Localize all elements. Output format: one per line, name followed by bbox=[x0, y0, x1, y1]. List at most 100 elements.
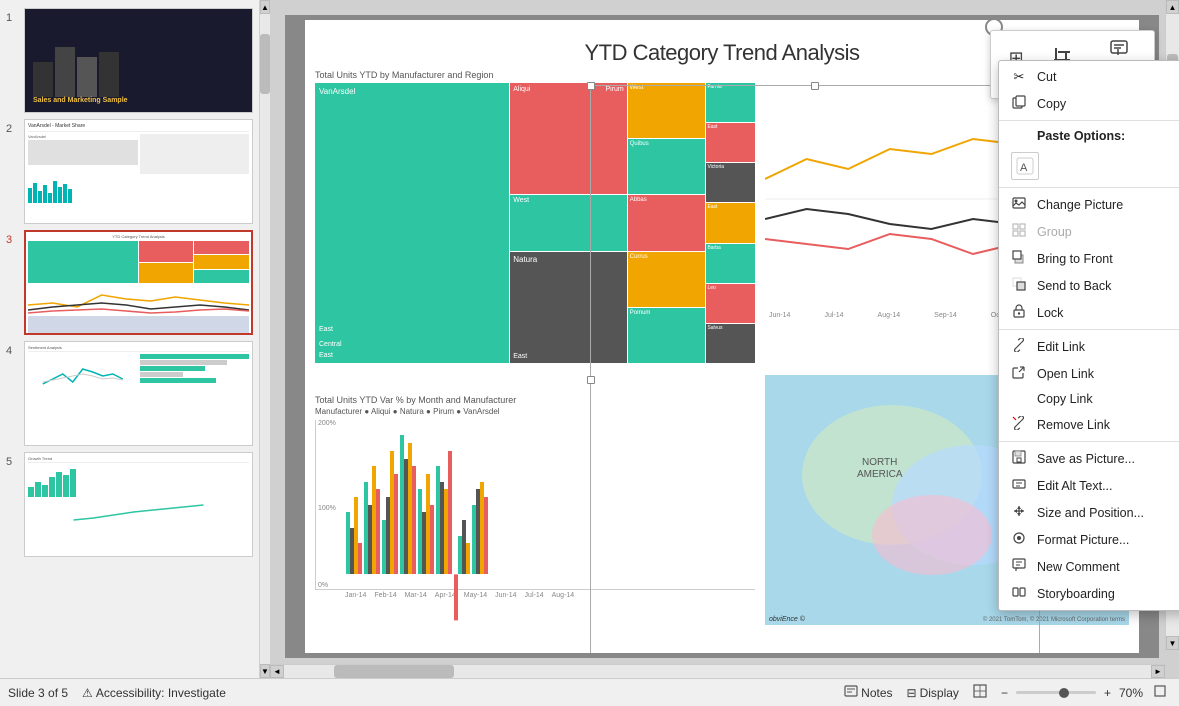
accessibility-icon: ⚠ bbox=[82, 686, 93, 700]
cut-label: Cut bbox=[1037, 70, 1179, 84]
context-menu-edit-alt-text[interactable]: Edit Alt Text... bbox=[999, 472, 1179, 499]
accessibility-label: Accessibility: Investigate bbox=[96, 686, 226, 700]
svg-text:A: A bbox=[1020, 162, 1028, 174]
copy-label: Copy bbox=[1037, 97, 1179, 111]
accessibility-button[interactable]: ⚠ Accessibility: Investigate bbox=[78, 684, 230, 702]
slide-number-2: 2 bbox=[6, 119, 18, 135]
notes-icon bbox=[844, 684, 858, 701]
slide-image-5[interactable]: Growth Trend bbox=[24, 452, 253, 557]
context-menu-format-picture[interactable]: Format Picture... bbox=[999, 526, 1179, 553]
send-to-back-label: Send to Back bbox=[1037, 279, 1179, 293]
vscroll-down-main[interactable]: ▼ bbox=[1166, 636, 1179, 650]
paste-options-row: A bbox=[999, 148, 1179, 184]
bar-chart[interactable]: Total Units YTD Var % by Month and Manuf… bbox=[315, 395, 755, 625]
display-button[interactable]: ⊟ Display bbox=[903, 684, 963, 702]
zoom-slider: − + 70% bbox=[997, 684, 1143, 702]
context-menu-new-comment[interactable]: New Comment bbox=[999, 553, 1179, 580]
app-container: 1 Sales and Marketing Sample 2 bbox=[0, 0, 1179, 678]
slide-image-4[interactable]: Sentiment Analysis bbox=[24, 341, 253, 446]
bring-to-front-label: Bring to Front bbox=[1037, 252, 1179, 266]
vscroll-up-main[interactable]: ▲ bbox=[1166, 0, 1179, 14]
save-as-picture-label: Save as Picture... bbox=[1037, 452, 1179, 466]
context-menu-change-picture[interactable]: Change Picture › bbox=[999, 191, 1179, 218]
zoom-level-label: 70% bbox=[1119, 686, 1143, 700]
change-picture-icon bbox=[1011, 196, 1027, 213]
left-section: 1 Sales and Marketing Sample 2 bbox=[0, 0, 270, 678]
view-normal-icon bbox=[973, 684, 987, 701]
main-hscrollbar[interactable]: ◄ ► bbox=[270, 664, 1165, 678]
context-menu-copy-link[interactable]: Copy Link bbox=[999, 387, 1179, 411]
slide-thumb-5[interactable]: 5 Growth Trend bbox=[6, 452, 253, 557]
hscroll-left[interactable]: ◄ bbox=[270, 665, 284, 678]
vscroll-track[interactable] bbox=[260, 14, 270, 664]
group-label: Group bbox=[1037, 225, 1179, 239]
zoom-thumb[interactable] bbox=[1059, 688, 1069, 698]
slide-number-5: 5 bbox=[6, 452, 18, 468]
lock-icon bbox=[1011, 304, 1027, 321]
status-right: Notes ⊟ Display − + 70% bbox=[840, 682, 1171, 703]
send-to-back-icon bbox=[1011, 277, 1027, 294]
slide-thumb-1[interactable]: 1 Sales and Marketing Sample bbox=[6, 8, 253, 113]
save-as-picture-icon bbox=[1011, 450, 1027, 467]
slide-1-title: Sales and Marketing Sample bbox=[33, 97, 244, 104]
open-link-icon bbox=[1011, 365, 1027, 382]
view-normal-button[interactable] bbox=[969, 682, 991, 703]
fit-slide-button[interactable] bbox=[1149, 682, 1171, 703]
slide-number-1: 1 bbox=[6, 8, 18, 24]
slide-thumb-3[interactable]: 3 YTD Category Trend Analysis bbox=[6, 230, 253, 335]
treemap-chart[interactable]: Total Units YTD by Manufacturer and Regi… bbox=[315, 70, 755, 380]
bring-to-front-icon bbox=[1011, 250, 1027, 267]
edit-alt-text-icon bbox=[1011, 477, 1027, 494]
context-menu-lock[interactable]: Lock bbox=[999, 299, 1179, 326]
slide-count-label: Slide 3 of 5 bbox=[8, 686, 68, 700]
context-menu-edit-link[interactable]: Edit Link bbox=[999, 333, 1179, 360]
slide-image-2[interactable]: VanArsdel - Market Share VanArsdel bbox=[24, 119, 253, 224]
paste-option-a[interactable]: A bbox=[1011, 152, 1039, 180]
open-link-label: Open Link bbox=[1037, 367, 1179, 381]
slide-panel: 1 Sales and Marketing Sample 2 bbox=[0, 0, 260, 678]
zoom-minus-button[interactable]: − bbox=[997, 684, 1012, 702]
slide-image-3[interactable]: YTD Category Trend Analysis bbox=[24, 230, 253, 335]
context-menu-open-link[interactable]: Open Link bbox=[999, 360, 1179, 387]
context-menu-copy[interactable]: Copy bbox=[999, 90, 1179, 117]
hscroll-right[interactable]: ► bbox=[1151, 665, 1165, 678]
context-menu-cut[interactable]: ✂ Cut bbox=[999, 64, 1179, 90]
svg-text:AMERICA: AMERICA bbox=[857, 469, 903, 480]
context-menu-size-position[interactable]: Size and Position... bbox=[999, 499, 1179, 526]
size-position-icon bbox=[1011, 504, 1027, 521]
context-menu-send-to-back[interactable]: Send to Back › bbox=[999, 272, 1179, 299]
separator-after-paste bbox=[999, 187, 1179, 188]
context-menu-remove-link[interactable]: Remove Link bbox=[999, 411, 1179, 438]
context-menu-bring-to-front[interactable]: Bring to Front › bbox=[999, 245, 1179, 272]
format-picture-label: Format Picture... bbox=[1037, 533, 1179, 547]
remove-link-label: Remove Link bbox=[1037, 418, 1179, 432]
slide-image-1[interactable]: Sales and Marketing Sample bbox=[24, 8, 253, 113]
vscroll-up[interactable]: ▲ bbox=[260, 0, 270, 14]
storyboarding-label: Storyboarding bbox=[1037, 587, 1179, 601]
copy-icon bbox=[1011, 95, 1027, 112]
notes-button[interactable]: Notes bbox=[840, 682, 896, 703]
slide-thumb-2[interactable]: 2 VanArsdel - Market Share VanArsdel bbox=[6, 119, 253, 224]
context-menu-save-as-picture[interactable]: Save as Picture... bbox=[999, 445, 1179, 472]
vscroll-down[interactable]: ▼ bbox=[260, 664, 270, 678]
context-menu-storyboarding[interactable]: Storyboarding › bbox=[999, 580, 1179, 607]
svg-text:NORTH: NORTH bbox=[862, 457, 897, 468]
separator-after-links bbox=[999, 441, 1179, 442]
paste-options-label: Paste Options: bbox=[1037, 129, 1179, 143]
slide-thumb-4[interactable]: 4 Sentiment Analysis bbox=[6, 341, 253, 446]
new-comment-ctx-icon bbox=[1011, 558, 1027, 575]
separator-after-copy bbox=[999, 120, 1179, 121]
group-icon bbox=[1011, 223, 1027, 240]
lock-label: Lock bbox=[1037, 306, 1179, 320]
fit-slide-icon bbox=[1153, 684, 1167, 701]
main-editing-area: YTD Category Trend Analysis Total Units … bbox=[270, 0, 1179, 678]
context-menu-group: Group › bbox=[999, 218, 1179, 245]
hscroll-thumb[interactable] bbox=[334, 665, 454, 678]
separator-after-lock bbox=[999, 329, 1179, 330]
zoom-plus-button[interactable]: + bbox=[1100, 684, 1115, 702]
slide-number-4: 4 bbox=[6, 341, 18, 357]
slide-panel-vscroll[interactable]: ▲ ▼ bbox=[260, 0, 270, 678]
size-position-label: Size and Position... bbox=[1037, 506, 1179, 520]
hscroll-track bbox=[284, 665, 1151, 678]
zoom-track[interactable] bbox=[1016, 691, 1096, 694]
